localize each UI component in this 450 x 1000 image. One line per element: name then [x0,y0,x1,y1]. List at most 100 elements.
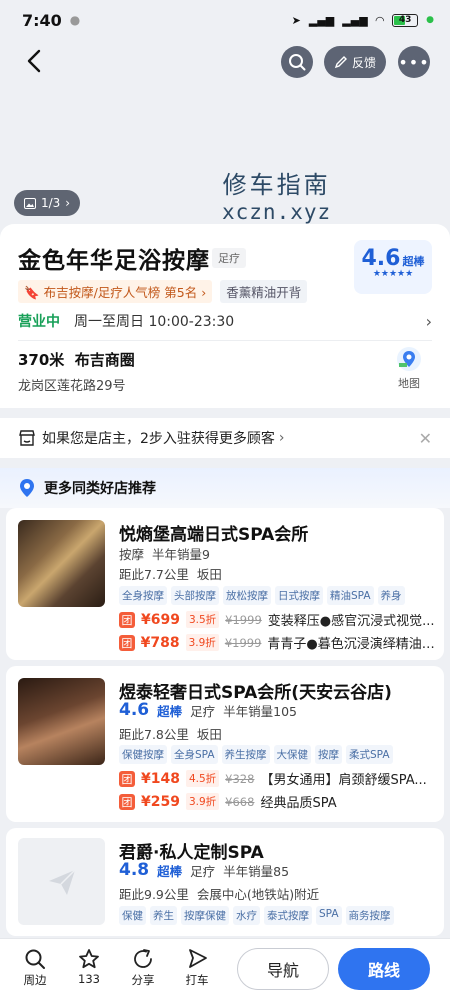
photo-counter: 1/3 [40,196,61,210]
group-buy-icon: 团 [119,611,135,628]
distance-row: 370米 布吉商圈 [18,349,135,370]
navigate-button[interactable]: 导航 [237,948,329,990]
share-button[interactable]: 分享 [118,947,168,988]
back-button[interactable] [20,46,50,76]
status-bar: 7:40 ● ➤ ▂▄▆ ▂▄▆ ◠ 43 ● [0,0,450,40]
rec-tags: 全身按摩 头部按摩 放松按摩 日式按摩 精油SPA 养身 [119,586,405,605]
search-icon [25,949,45,969]
close-icon[interactable]: ✕ [419,429,432,448]
rec-category: 足疗 [190,703,216,719]
deal-row[interactable]: 团 ¥699 3.5折 ¥1999 变装释压●感官沉浸式视觉... [119,610,437,629]
rec-tags: 保健按摩 全身SPA 养生按摩 大保健 按摩 柔式SPA [119,745,393,764]
watermark-en: xczn.xyz [222,200,332,224]
rec-distance: 距此7.8公里 [119,727,189,742]
claim-banner[interactable]: 如果您是店主，2步入驻获得更多顾客 › ✕ [0,418,450,458]
rec-distance: 距此7.7公里 [119,567,189,582]
search-button[interactable] [281,46,313,78]
hours-row[interactable]: 营业中 周一至周日 10:00-23:30 › [18,311,432,331]
top-nav: 反馈 ••• [0,44,450,80]
open-status: 营业中 [18,314,60,330]
deal-row[interactable]: 团 ¥788 3.9折 ¥1999 青青子●暮色沉浸演绎精油s... [119,633,437,652]
rec-rating-level: 超棒 [157,863,183,879]
shop-category: 足疗 [212,248,246,268]
taxi-button[interactable]: 打车 [172,947,222,988]
list-item[interactable]: 煜泰轻奢日式SPA会所(天安云谷店) 4.6 超棒 足疗 半年销量105 距此7… [6,666,444,822]
rec-tags: 保健 养生 按摩保健 水疗 泰式按摩 SPA 商务按摩 [119,906,394,925]
chevron-right-icon: › [425,311,432,331]
map-button[interactable]: 地图 [394,346,424,391]
more-icon: ••• [398,52,430,72]
nearby-button[interactable]: 周边 [10,947,60,988]
recommend-header: 更多同类好店推荐 [0,468,450,508]
shop-thumbnail [18,838,105,925]
shop-thumbnail [18,678,105,765]
feedback-label: 反馈 [351,55,376,70]
search-icon [289,54,306,71]
deal-row[interactable]: 团 ¥259 3.9折 ¥668 经典品质SPA [119,792,437,811]
rec-category: 按摩 [119,547,145,562]
rec-area: 坂田 [196,567,222,582]
ranking-flag-icon: 🔖 [24,285,40,300]
rank-tag[interactable]: 🔖 布吉按摩/足疗人气榜 第5名 › [18,280,213,303]
rec-sales: 半年销量9 [152,547,210,562]
list-item[interactable]: 君爵·私人定制SPA 4.8 超棒 足疗 半年销量85 距此9.9公里 会展中心… [6,828,444,936]
signal-icon: ▂▄▆ [308,13,335,27]
feedback-button[interactable]: 反馈 [324,46,386,78]
shop-name: 金色年华足浴按摩 [18,248,210,274]
chevron-right-icon: › [278,430,285,446]
wifi-icon: ◠ [375,13,385,27]
distance: 370米 [18,351,65,369]
address: 龙岗区莲花路29号 [18,379,126,394]
rec-area: 会展中心(地铁站)附近 [196,887,320,902]
location-pin-icon [20,479,34,497]
rec-rating: 4.8 [119,860,150,880]
rec-rating: 4.6 [119,700,150,720]
store-icon [19,430,35,446]
shop-thumbnail [18,520,105,607]
divider [18,340,432,341]
rec-distance: 距此9.9公里 [119,887,189,902]
rec-sales: 半年销量105 [223,703,298,719]
favorite-button[interactable]: 133 [64,947,114,986]
claim-text: 如果您是店主，2步入驻获得更多顾客 [42,431,275,447]
status-time: 7:40 [22,10,62,30]
signal-icon-2: ▂▄▆ [342,13,368,27]
battery-icon: 43 [392,13,419,27]
rec-area: 坂田 [196,727,222,742]
recommend-title: 更多同类好店推荐 [44,481,156,497]
bottom-action-bar: 周边 133 分享 打车 导航 路线 [0,938,450,1000]
photo-counter-button[interactable]: 1/3 › [14,190,80,216]
shop-info-card: 金色年华足浴按摩 足疗 4.6 超棒 ★★★★★ 🔖 布吉按摩/足疗人气榜 第5名… [0,224,450,408]
notification-icon: ● [69,13,81,27]
watermark: 修车指南 xczn.xyz [222,165,331,224]
deal-row[interactable]: 团 ¥148 4.5折 ¥328 【男女通用】肩颈舒缓SPA... [119,769,437,788]
taxi-icon [189,949,207,968]
rec-rating-level: 超棒 [157,703,183,719]
feature-tag: 香薰精油开背 [220,280,308,303]
business-hours: 周一至周日 10:00-23:30 [74,314,235,330]
list-item[interactable]: 悦熵堡高端日式SPA会所 按摩 半年销量9 距此7.7公里 坂田 全身按摩 头部… [6,508,444,660]
route-button[interactable]: 路线 [338,948,430,990]
star-icon [79,949,99,969]
rec-category: 足疗 [190,863,216,879]
location-arrow-icon: ➤ [291,13,301,27]
battery-level: 43 [398,15,412,25]
more-button[interactable]: ••• [398,46,430,78]
rec-sales: 半年销量85 [223,863,290,879]
map-label: 地图 [398,377,420,390]
map-pin-icon [397,347,421,371]
rating-box[interactable]: 4.6 超棒 ★★★★★ [354,240,432,294]
chevron-right-icon: › [65,196,71,210]
group-buy-icon: 团 [119,634,135,651]
group-buy-icon: 团 [119,793,135,810]
rating-level: 超棒 [402,255,425,268]
chevron-left-icon [27,49,41,73]
image-icon [23,197,36,209]
group-buy-icon: 团 [119,770,135,787]
charging-dot-icon: ● [426,15,434,25]
rec-name: 悦熵堡高端日式SPA会所 [119,525,309,545]
pencil-icon [334,56,347,69]
share-icon [134,949,152,968]
watermark-cn: 修车指南 [222,171,331,199]
shop-rating: 4.6 [361,246,401,271]
